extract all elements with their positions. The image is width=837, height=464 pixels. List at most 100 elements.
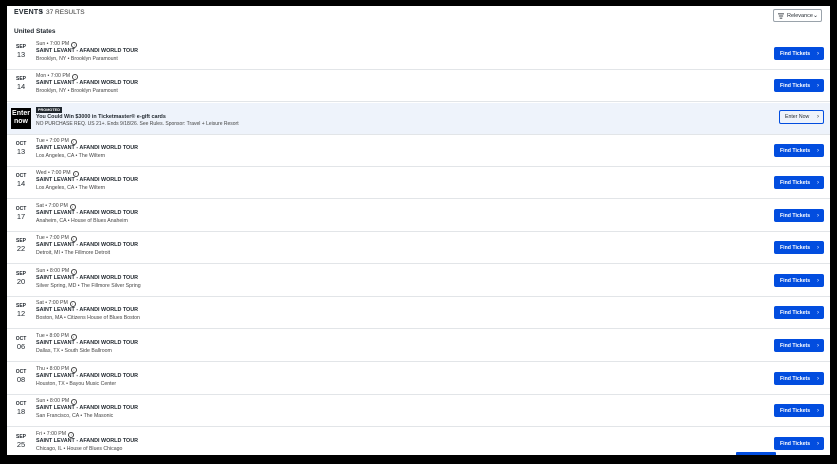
info-icon[interactable]: i <box>71 268 78 275</box>
event-row[interactable]: SEP 22 Tue • 7:00 PM i SAINT LEVANT - AFANDI… <box>7 232 830 264</box>
event-venue: Boston, MA • Citizens House of Blues Bos… <box>36 314 140 321</box>
promo-badge-logo: Enter now <box>11 108 31 129</box>
event-row[interactable]: OCT 18 Sun • 8:00 PM i SAINT LEVANT - AFANDI… <box>7 395 830 427</box>
event-info: Tue • 7:00 PM i SAINT LEVANT - AFANDI WORL… <box>36 138 138 160</box>
event-time-text: Sun • 8:00 PM <box>36 268 70 274</box>
event-row[interactable]: OCT 14 Wed • 7:00 PM i SAINT LEVANT - AFANDI… <box>7 167 830 199</box>
event-row[interactable]: SEP 12 Sat • 7:00 PM i SAINT LEVANT - AFANDI… <box>7 297 830 329</box>
chevron-right-icon: › <box>817 212 819 219</box>
event-day: 12 <box>16 309 26 318</box>
find-tickets-label: Find Tickets <box>780 342 811 349</box>
sort-label: Relevance <box>786 12 813 19</box>
chevron-right-icon: › <box>817 82 819 89</box>
event-time-text: Tue • 7:00 PM <box>36 235 69 241</box>
event-name[interactable]: SAINT LEVANT - AFANDI WORLD TOUR <box>36 340 138 348</box>
find-tickets-button[interactable]: Find Tickets › <box>774 372 824 385</box>
event-info: Thu • 8:00 PM i SAINT LEVANT - AFANDI WORL… <box>36 366 138 388</box>
info-icon[interactable]: i <box>70 333 77 340</box>
floating-button-peek[interactable] <box>736 452 776 455</box>
sort-dropdown[interactable]: Relevance ⌄ <box>773 9 822 22</box>
event-time-text: Tue • 7:00 PM <box>36 138 69 144</box>
event-name[interactable]: SAINT LEVANT - AFANDI WORLD TOUR <box>36 48 138 56</box>
event-info: Wed • 7:00 PM i SAINT LEVANT - AFANDI WORL… <box>36 170 138 192</box>
event-date: OCT 17 <box>11 206 31 221</box>
event-date: SEP 22 <box>11 238 31 253</box>
info-icon[interactable]: i <box>69 203 76 210</box>
find-tickets-button[interactable]: Find Tickets › <box>774 274 824 287</box>
event-row[interactable]: SEP 25 Fri • 7:00 PM i SAINT LEVANT - AFANDI… <box>7 428 830 455</box>
event-time: Sat • 7:00 PM i <box>36 203 138 210</box>
event-time-text: Sat • 7:00 PM <box>36 203 68 209</box>
find-tickets-label: Find Tickets <box>780 277 811 284</box>
event-day: 14 <box>16 82 26 91</box>
event-name[interactable]: SAINT LEVANT - AFANDI WORLD TOUR <box>36 438 138 446</box>
event-date: OCT 18 <box>11 401 31 416</box>
info-icon[interactable]: i <box>72 170 79 177</box>
info-icon[interactable]: i <box>68 431 75 438</box>
event-name[interactable]: SAINT LEVANT - AFANDI WORLD TOUR <box>36 405 138 413</box>
event-day: 08 <box>16 375 26 384</box>
event-venue: Los Angeles, CA • The Wiltern <box>36 152 106 159</box>
enter-now-button[interactable]: Enter Now › <box>779 110 824 124</box>
event-name[interactable]: SAINT LEVANT - AFANDI WORLD TOUR <box>36 373 138 381</box>
event-venue: Dallas, TX • South Side Ballroom <box>36 347 112 354</box>
event-venue: Chicago, IL • House of Blues Chicago <box>36 445 123 452</box>
info-icon[interactable]: i <box>70 138 77 145</box>
event-time: Fri • 7:00 PM i <box>36 431 138 438</box>
event-info: Mon • 7:00 PM i SAINT LEVANT - AFANDI WORL… <box>36 73 138 95</box>
event-row[interactable]: SEP 20 Sun • 8:00 PM i SAINT LEVANT - AFANDI… <box>7 265 830 297</box>
event-name[interactable]: SAINT LEVANT - AFANDI WORLD TOUR <box>36 307 140 315</box>
event-time-text: Sat • 7:00 PM <box>36 300 68 306</box>
find-tickets-label: Find Tickets <box>780 179 811 186</box>
event-time: Thu • 8:00 PM i <box>36 366 138 373</box>
find-tickets-button[interactable]: Find Tickets › <box>774 144 824 157</box>
event-name[interactable]: SAINT LEVANT - AFANDI WORLD TOUR <box>36 210 138 218</box>
find-tickets-button[interactable]: Find Tickets › <box>774 404 824 417</box>
promo-fine-print: NO PURCHASE REQ. US 21+. Ends 9/18/26. S… <box>36 121 239 127</box>
info-icon[interactable]: i <box>70 235 77 242</box>
find-tickets-button[interactable]: Find Tickets › <box>774 306 824 319</box>
info-icon[interactable]: i <box>71 398 78 405</box>
event-row[interactable]: OCT 08 Thu • 8:00 PM i SAINT LEVANT - AFANDI… <box>7 363 830 395</box>
info-icon[interactable]: i <box>69 300 76 307</box>
chevron-right-icon: › <box>817 309 819 316</box>
chevron-right-icon: › <box>817 244 819 251</box>
event-name[interactable]: SAINT LEVANT - AFANDI WORLD TOUR <box>36 80 138 88</box>
find-tickets-button[interactable]: Find Tickets › <box>774 437 824 450</box>
event-name[interactable]: SAINT LEVANT - AFANDI WORLD TOUR <box>36 177 138 185</box>
find-tickets-button[interactable]: Find Tickets › <box>774 79 824 92</box>
event-row[interactable]: SEP 13 Sun • 7:00 PM i SAINT LEVANT - AFANDI… <box>7 38 830 70</box>
event-venue: Anaheim, CA • House of Blues Anaheim <box>36 217 128 224</box>
chevron-right-icon: › <box>817 342 819 349</box>
chevron-right-icon: › <box>817 375 819 382</box>
info-icon[interactable]: i <box>71 41 78 48</box>
event-row[interactable]: OCT 17 Sat • 7:00 PM i SAINT LEVANT - AFANDI… <box>7 200 830 232</box>
find-tickets-button[interactable]: Find Tickets › <box>774 241 824 254</box>
event-day: 22 <box>16 244 26 253</box>
event-name[interactable]: SAINT LEVANT - AFANDI WORLD TOUR <box>36 242 138 250</box>
chevron-right-icon: › <box>817 114 819 120</box>
find-tickets-label: Find Tickets <box>780 50 811 57</box>
event-info: Sun • 8:00 PM i SAINT LEVANT - AFANDI WORL… <box>36 398 138 420</box>
event-name[interactable]: SAINT LEVANT - AFANDI WORLD TOUR <box>36 275 141 283</box>
chevron-right-icon: › <box>817 440 819 447</box>
event-time-text: Mon • 7:00 PM <box>36 73 71 79</box>
find-tickets-button[interactable]: Find Tickets › <box>774 339 824 352</box>
chevron-right-icon: › <box>817 50 819 57</box>
event-day: 17 <box>16 212 26 221</box>
info-icon[interactable]: i <box>70 366 77 373</box>
event-venue: Brooklyn, NY • Brooklyn Paramount <box>36 87 118 94</box>
event-date: SEP 20 <box>11 271 31 286</box>
event-row[interactable]: OCT 06 Tue • 8:00 PM i SAINT LEVANT - AFANDI… <box>7 330 830 362</box>
event-time: Tue • 7:00 PM i <box>36 138 138 145</box>
find-tickets-button[interactable]: Find Tickets › <box>774 209 824 222</box>
event-row[interactable]: OCT 13 Tue • 7:00 PM i SAINT LEVANT - AFANDI… <box>7 135 830 167</box>
find-tickets-button[interactable]: Find Tickets › <box>774 176 824 189</box>
event-time-text: Sun • 8:00 PM <box>36 398 70 404</box>
event-time-text: Wed • 7:00 PM <box>36 170 71 176</box>
info-icon[interactable]: i <box>72 73 79 80</box>
event-row[interactable]: SEP 14 Mon • 7:00 PM i SAINT LEVANT - AFANDI… <box>7 70 830 102</box>
find-tickets-button[interactable]: Find Tickets › <box>774 47 824 60</box>
event-name[interactable]: SAINT LEVANT - AFANDI WORLD TOUR <box>36 145 138 153</box>
promo-headline: You Could Win $3000 in Ticketmaster® e-g… <box>36 114 166 120</box>
